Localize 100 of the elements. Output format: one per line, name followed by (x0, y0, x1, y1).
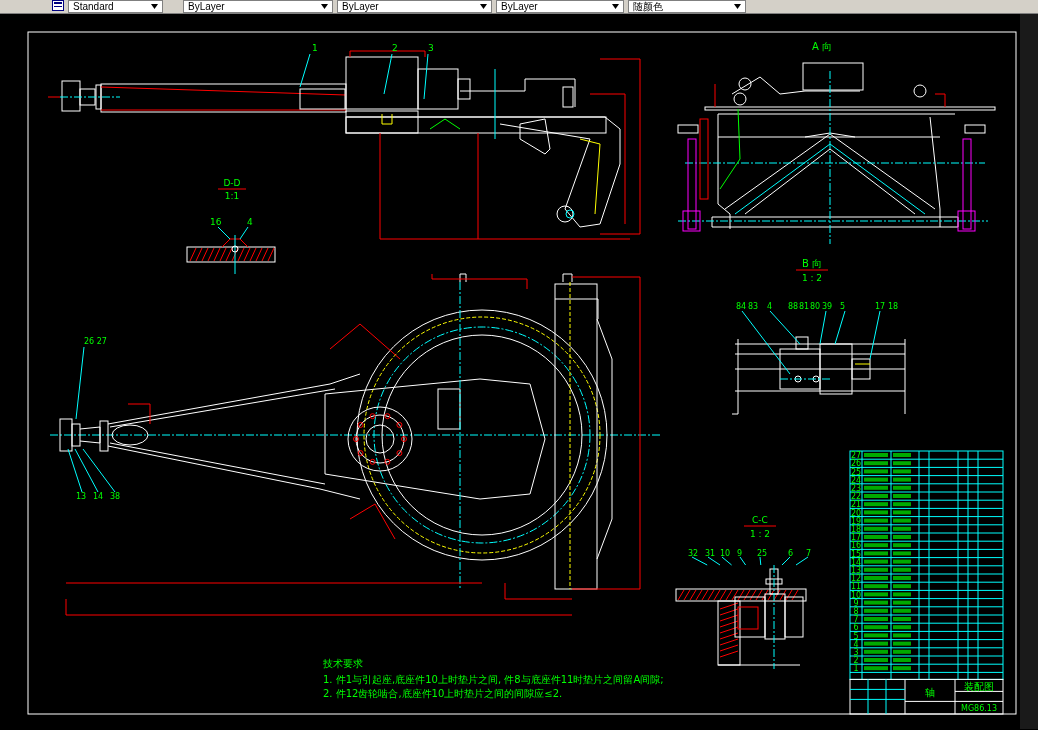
dropdown[interactable]: Standard (68, 0, 163, 13)
drawing-number: MG86.13 (961, 703, 997, 713)
part-number-label: 25 (757, 549, 768, 558)
leader-line (217, 226, 231, 240)
illegible-text-mark (893, 625, 911, 630)
illegible-text-mark (864, 633, 888, 638)
illegible-text-mark (864, 453, 888, 457)
row-number-cell: 2 (853, 656, 859, 666)
illegible-text-mark (893, 477, 911, 482)
part-number-label: 6 (788, 549, 794, 558)
illegible-text-mark (893, 633, 911, 638)
row-number-cell: 7 (853, 615, 859, 625)
view-scale: 1:1 (224, 191, 240, 201)
view-title: C-C (752, 515, 768, 525)
row-number-cell: 5 (853, 631, 859, 641)
row-number-cell: 1 (853, 664, 859, 674)
caret-icon (734, 4, 741, 9)
row-number-cell: 13 (850, 566, 862, 575)
illegible-text-mark (864, 526, 888, 531)
view-title-underline (217, 188, 247, 190)
row-number-cell: 18 (850, 525, 862, 534)
illegible-text-mark (864, 592, 888, 597)
row-number-cell: 8 (853, 607, 859, 616)
illegible-text-mark (893, 469, 911, 474)
leader-line (781, 556, 791, 566)
row-number-cell: 21 (850, 500, 862, 510)
caret-icon (612, 4, 619, 9)
illegible-text-mark (893, 551, 911, 556)
illegible-text-mark (864, 608, 888, 613)
illegible-text-mark (864, 494, 888, 498)
part-number-label: 16 (210, 217, 222, 227)
illegible-text-mark (893, 567, 911, 572)
part-number-label: 9 (737, 549, 743, 558)
dropdown[interactable]: ByLayer (496, 0, 624, 13)
dropdown[interactable]: ByLayer (337, 0, 492, 13)
illegible-text-mark (893, 658, 911, 662)
illegible-text-mark (893, 584, 911, 589)
part-number-label: 31 (705, 549, 716, 558)
leader-line (834, 310, 846, 345)
illegible-text-mark (893, 592, 911, 597)
part-number-label: 10 (720, 549, 731, 558)
row-number-cell: 15 (850, 549, 862, 559)
illegible-text-mark (893, 535, 911, 539)
leader-line (707, 556, 721, 566)
illegible-text-mark (893, 576, 911, 580)
part-number-label: 39 (822, 302, 833, 311)
part-number-label: 1 (312, 43, 318, 53)
illegible-text-mark (864, 617, 888, 621)
view-title-underline (743, 525, 777, 527)
view-title: D-D (223, 178, 241, 188)
illegible-text-mark (893, 518, 911, 523)
illegible-text-mark (864, 477, 888, 482)
row-number-cell: 11 (850, 582, 862, 592)
row-number-cell: 6 (853, 623, 859, 633)
leader-line (239, 226, 249, 240)
leader-line (423, 53, 429, 100)
view-scale: 1 : 2 (801, 273, 823, 283)
illegible-text-mark (864, 485, 888, 490)
illegible-text-mark (864, 658, 888, 662)
illegible-text-mark (893, 543, 911, 548)
row-number-cell: 19 (850, 516, 862, 526)
text-style-icon[interactable] (52, 0, 64, 11)
illegible-text-mark (864, 576, 888, 580)
illegible-text-mark (864, 625, 888, 630)
illegible-text-mark (864, 469, 888, 474)
dropdown[interactable]: ByLayer (183, 0, 333, 13)
illegible-text-mark (864, 461, 888, 466)
row-number-cell: 23 (850, 484, 862, 493)
illegible-text-mark (864, 559, 888, 564)
leader-line (691, 556, 708, 566)
row-number-cell: 25 (850, 467, 862, 477)
leader-line (721, 556, 733, 566)
illegible-text-mark (893, 510, 911, 515)
part-number-label: 7 (806, 549, 812, 558)
dropdown[interactable]: 随颜色 (628, 0, 746, 13)
view-title-underline (795, 269, 829, 271)
leader-line (759, 556, 762, 566)
part-number-label: 2 (392, 43, 398, 53)
illegible-text-mark (893, 666, 911, 671)
caret-icon (480, 4, 487, 9)
part-number-label: 26 27 (84, 337, 107, 346)
caret-icon (151, 4, 158, 9)
note-text: 1. 件1与引起座,底座件10上时垫片之间, 件8与底座件11时垫片之间留A间隙; (323, 674, 664, 685)
illegible-text-mark (893, 559, 911, 564)
leader-line (819, 310, 827, 345)
illegible-text-mark (864, 510, 888, 515)
leader-line (795, 556, 809, 566)
row-number-cell: 26 (850, 459, 862, 469)
part-number-label: 81 (799, 302, 810, 311)
leader-line (739, 556, 747, 566)
row-number-cell: 10 (850, 590, 862, 600)
row-number-cell: 4 (853, 639, 859, 649)
illegible-text-mark (864, 641, 888, 646)
part-number-label: 13 (76, 492, 87, 501)
view-scale: 1 : 2 (749, 529, 771, 539)
illegible-text-mark (864, 649, 888, 654)
part-number-label: 17 (875, 302, 886, 311)
illegible-text-mark (893, 608, 911, 613)
part-name: 轴 (925, 687, 935, 699)
row-number-cell: 9 (853, 598, 859, 608)
